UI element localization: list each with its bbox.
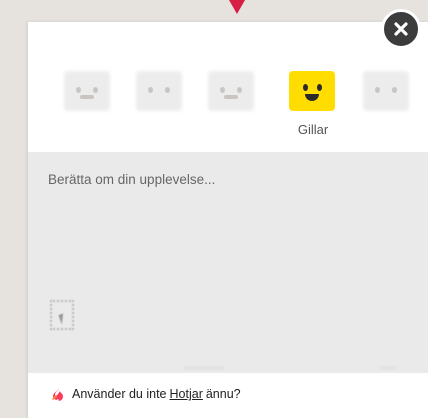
close-icon <box>394 22 408 36</box>
hotjar-footer: Använder du inte Hotjar ännu? <box>52 384 241 404</box>
divider <box>184 367 224 369</box>
feedback-textarea[interactable] <box>28 152 428 373</box>
hotjar-link[interactable]: Hotjar <box>170 387 203 401</box>
rating-hate[interactable] <box>64 71 112 113</box>
footer-suffix: ännu? <box>205 387 241 401</box>
feedback-widget: Gillar Använder du inte Hotjar ännu? <box>28 22 428 418</box>
rating-neutral[interactable] <box>208 71 256 113</box>
divider <box>380 367 396 369</box>
rating-dislike[interactable] <box>136 71 184 113</box>
rating-like-label: Gillar <box>297 122 329 137</box>
hotjar-flame-icon <box>52 387 63 401</box>
rating-scale: Gillar <box>28 22 428 152</box>
screenshot-select-icon[interactable] <box>50 300 74 330</box>
footer-prefix: Använder du inte <box>72 387 167 401</box>
close-button[interactable] <box>381 9 421 49</box>
rating-like[interactable] <box>289 71 337 113</box>
popover-pointer <box>229 0 245 14</box>
rating-love[interactable] <box>363 71 411 113</box>
